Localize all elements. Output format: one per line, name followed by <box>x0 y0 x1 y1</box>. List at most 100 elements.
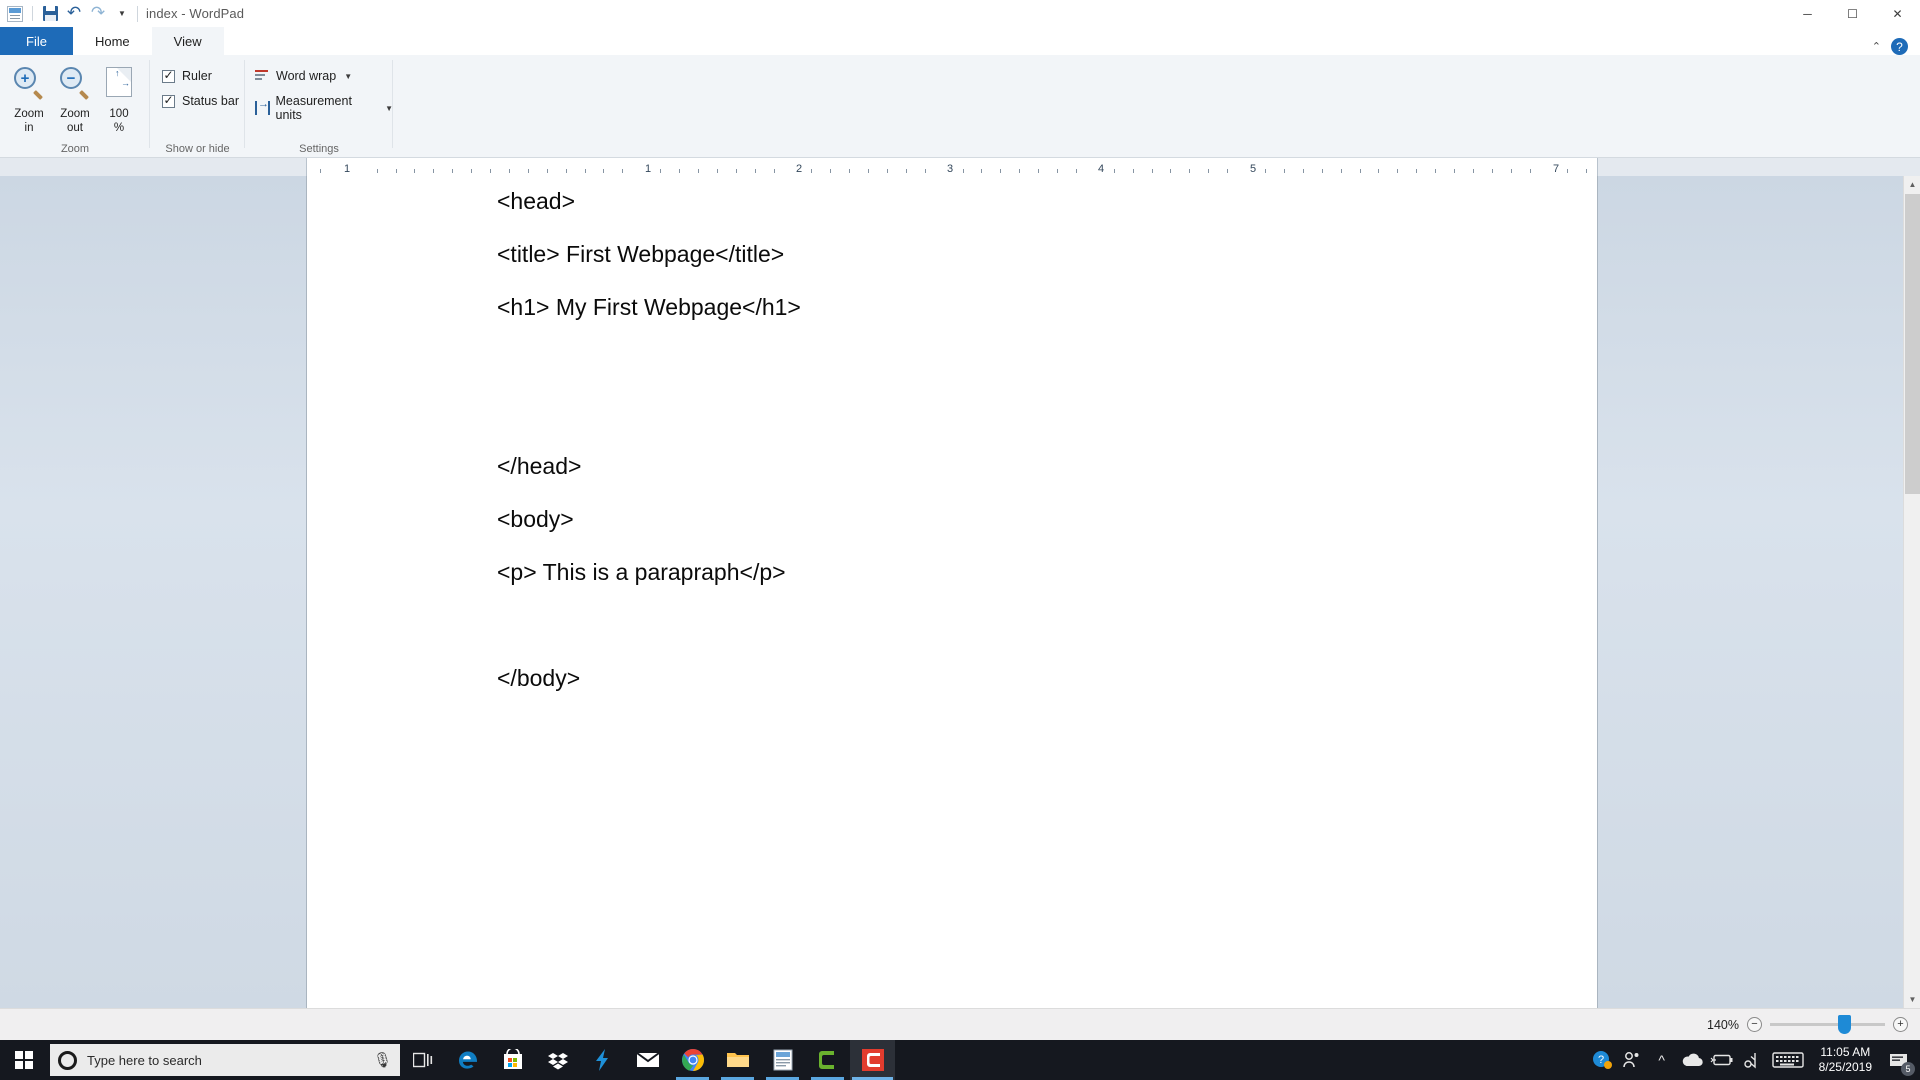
zoom-out-button[interactable]: − <box>1747 1017 1762 1032</box>
word-wrap-button[interactable]: Word wrap ▼ <box>255 69 352 83</box>
ruler-tick <box>1076 169 1077 173</box>
zoom-in-label-line1: Zoom <box>14 108 44 120</box>
ruler-tick <box>1378 169 1379 173</box>
ruler-tick <box>1586 169 1587 173</box>
ruler-tick <box>1114 169 1115 173</box>
redo-icon[interactable]: ↷ <box>87 3 109 25</box>
clock-time: 11:05 AM <box>1820 1045 1871 1059</box>
ruler-tick <box>1038 169 1039 173</box>
status-bar-checkbox[interactable] <box>162 93 175 108</box>
ruler-tick <box>1189 169 1190 173</box>
status-bar-checkbox-row[interactable]: Status bar <box>162 93 239 108</box>
cortana-icon[interactable] <box>58 1050 77 1070</box>
tab-file[interactable]: File <box>0 27 73 55</box>
ruler-tick <box>1208 169 1209 173</box>
zoom-slider-thumb[interactable] <box>1838 1015 1851 1034</box>
microphone-icon[interactable]: 🎙 <box>373 1051 392 1069</box>
taskbar-app-microsoft-store[interactable] <box>490 1040 535 1080</box>
zoom-out-label-line2: out <box>67 122 83 134</box>
search-placeholder: Type here to search <box>87 1052 202 1068</box>
ruler-tick <box>1567 169 1568 173</box>
window-controls: ─ ☐ ✕ <box>1785 0 1920 27</box>
scroll-down-icon[interactable]: ▼ <box>1904 991 1920 1008</box>
close-button[interactable]: ✕ <box>1875 0 1920 27</box>
taskbar: Type here to search 🎙 ? ^ 11:05 AM 8/25/… <box>0 1040 1920 1080</box>
vertical-scrollbar[interactable]: ▲ ▼ <box>1903 176 1920 1008</box>
ribbon-group-zoom: + Zoom in − Zoom out ↑ → 100% Zoom <box>0 55 150 158</box>
show-hidden-icons-icon[interactable]: ^ <box>1647 1040 1677 1080</box>
document-area[interactable]: <head> <title> First Webpage</title> <h1… <box>0 176 1920 1008</box>
ruler-tick <box>698 169 699 173</box>
zoom-in-icon: + <box>14 59 44 105</box>
status-bar-label: Status bar <box>182 94 239 108</box>
ruler-number: 7 <box>1552 163 1560 175</box>
tab-home[interactable]: Home <box>73 27 152 55</box>
title-bar: ↶ ↷ ▼ index - WordPad ─ ☐ ✕ <box>0 0 1920 27</box>
zoom-slider[interactable] <box>1770 1015 1885 1034</box>
clock[interactable]: 11:05 AM 8/25/2019 <box>1809 1040 1882 1080</box>
taskbar-app-task-view[interactable] <box>400 1040 445 1080</box>
taskbar-app-file-explorer[interactable] <box>715 1040 760 1080</box>
scroll-up-icon[interactable]: ▲ <box>1904 176 1920 193</box>
taskbar-app-camtasia-recorder[interactable] <box>850 1040 895 1080</box>
maximize-button[interactable]: ☐ <box>1830 0 1875 27</box>
divider <box>32 6 33 21</box>
ruler-tick <box>1152 169 1153 173</box>
ruler-tick <box>1133 169 1134 173</box>
zoom-100-button[interactable]: ↑ → 100% <box>90 59 148 135</box>
word-wrap-label: Word wrap <box>276 69 337 83</box>
ruler-number: 4 <box>1097 163 1105 175</box>
document-line: <title> First Webpage</title> <box>497 241 785 267</box>
taskbar-app-dropbox[interactable] <box>535 1040 580 1080</box>
wordpad-logo-icon[interactable] <box>4 3 26 25</box>
bluetooth-headset-icon[interactable] <box>1737 1040 1767 1080</box>
ruler-tick <box>320 169 321 173</box>
zoom-in-label-line2: in <box>24 122 34 134</box>
notifications-icon[interactable]: 5 <box>1882 1040 1916 1080</box>
ruler-tick <box>1454 169 1455 173</box>
ribbon-group-settings-label: Settings <box>299 143 339 155</box>
taskbar-app-google-chrome[interactable] <box>670 1040 715 1080</box>
chevron-down-icon[interactable]: ▼ <box>344 72 352 81</box>
battery-icon[interactable] <box>1707 1040 1737 1080</box>
taskbar-app-mail[interactable] <box>625 1040 670 1080</box>
taskbar-app-wordpad[interactable] <box>760 1040 805 1080</box>
page-100-percent-icon: ↑ → <box>106 59 132 105</box>
measurement-units-button[interactable]: Measurement units ▼ <box>255 94 393 122</box>
ruler[interactable]: 1 1 2 3 4 5 7 <box>0 158 1920 176</box>
zoom-in-button[interactable]: + <box>1893 1017 1908 1032</box>
document-line: <p> This is a parapraph</p> <box>497 559 786 585</box>
ruler-tick <box>755 169 756 173</box>
taskbar-app-microsoft-edge[interactable] <box>445 1040 490 1080</box>
ruler-checkbox[interactable] <box>162 68 175 83</box>
document-line: </head> <box>497 453 582 479</box>
onedrive-icon[interactable] <box>1677 1040 1707 1080</box>
people-icon[interactable] <box>1617 1040 1647 1080</box>
save-icon[interactable] <box>39 3 61 25</box>
ruler-tick <box>1284 169 1285 173</box>
touch-keyboard-icon[interactable] <box>1767 1040 1809 1080</box>
taskbar-app-camtasia[interactable] <box>805 1040 850 1080</box>
ruler-tick <box>1511 169 1512 173</box>
ribbon-group-show-or-hide: Ruler Status bar Show or hide <box>150 55 245 158</box>
start-button[interactable] <box>0 1040 48 1080</box>
ribbon-tabs-right: ⌃ ? <box>1872 38 1920 55</box>
undo-icon[interactable]: ↶ <box>63 3 85 25</box>
ruler-checkbox-row[interactable]: Ruler <box>162 68 212 83</box>
tab-view[interactable]: View <box>151 27 224 55</box>
taskbar-app-lightning[interactable] <box>580 1040 625 1080</box>
ruler-tick <box>774 169 775 173</box>
ruler-tick <box>1341 169 1342 173</box>
ruler-tick <box>433 169 434 173</box>
collapse-ribbon-icon[interactable]: ⌃ <box>1872 40 1881 53</box>
chevron-down-icon[interactable]: ▼ <box>111 3 133 25</box>
scrollbar-thumb[interactable] <box>1905 194 1920 494</box>
taskbar-search[interactable]: Type here to search 🎙 <box>50 1044 400 1076</box>
ruler-tick <box>566 169 567 173</box>
document-page[interactable]: <head> <title> First Webpage</title> <h1… <box>306 176 1598 1008</box>
help-support-icon[interactable]: ? <box>1587 1040 1617 1080</box>
help-icon[interactable]: ? <box>1891 38 1908 55</box>
ruler-number: 3 <box>946 163 954 175</box>
ruler-tick <box>887 169 888 173</box>
minimize-button[interactable]: ─ <box>1785 0 1830 27</box>
